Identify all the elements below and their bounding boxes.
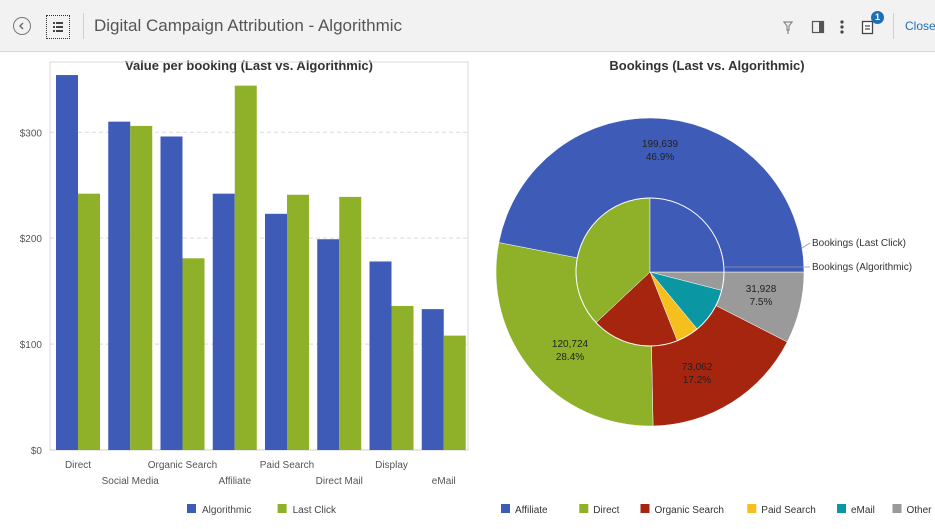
close-link[interactable]: Close: [905, 19, 935, 33]
bar: [391, 305, 414, 450]
pie-data-label: 7.5%: [750, 297, 773, 308]
x-tick-label: Affiliate: [218, 476, 251, 487]
more-vertical-icon: [840, 20, 844, 34]
legend-swatch: [277, 504, 287, 513]
toolbar-divider: [83, 13, 84, 39]
pin-button[interactable]: [778, 17, 798, 37]
side-panel-button[interactable]: [808, 17, 828, 37]
x-tick-label: Direct: [65, 460, 91, 471]
toolbar: Digital Campaign Attribution - Algorithm…: [0, 0, 935, 52]
legend-swatch: [892, 504, 902, 513]
bar: [108, 121, 131, 450]
legend-label: eMail: [851, 505, 875, 516]
x-tick-label: Social Media: [102, 476, 160, 487]
y-tick-label: $200: [20, 234, 43, 245]
legend-label: Algorithmic: [202, 505, 251, 516]
back-icon: [19, 22, 24, 30]
pie-data-label: 31,928: [746, 284, 777, 295]
legend-label: Last Click: [293, 505, 337, 516]
y-tick-label: $300: [20, 128, 43, 139]
bar: [56, 75, 78, 451]
bar: [317, 239, 340, 450]
legend-swatch: [837, 504, 846, 513]
legend-swatch: [640, 504, 650, 513]
ring-label: Bookings (Algorithmic): [812, 262, 912, 273]
bar: [212, 193, 235, 450]
ring-label: Bookings (Last Click): [812, 238, 906, 249]
list-menu-icon: [53, 22, 63, 32]
pie-chart[interactable]: Bookings (Last vs. Algorithmic) 199,639 46…: [470, 52, 935, 529]
report-menu-button[interactable]: [46, 15, 70, 39]
legend-swatch: [501, 504, 510, 513]
back-button[interactable]: [13, 17, 31, 35]
y-tick-label: $0: [31, 446, 43, 457]
pie-data-label: 28.4%: [556, 352, 584, 363]
side-panel-icon: [811, 20, 825, 34]
pie-data-label: 46.9%: [646, 152, 674, 163]
bar: [78, 193, 100, 450]
bar: [339, 196, 362, 450]
pie-chart-title: Bookings (Last vs. Algorithmic): [609, 58, 804, 73]
report-title: Digital Campaign Attribution - Algorithm…: [94, 16, 403, 35]
legend-swatch: [579, 504, 589, 513]
x-tick-label: eMail: [432, 476, 456, 487]
bar-chart[interactable]: Value per booking (Last vs. Algorithmic)…: [0, 52, 470, 529]
legend-swatch: [747, 504, 757, 513]
legend-label: Direct: [593, 505, 619, 516]
pin-icon: [782, 21, 794, 34]
notification-badge: 1: [871, 11, 884, 24]
x-tick-label: Organic Search: [148, 460, 217, 471]
bar: [369, 261, 392, 450]
bar: [160, 136, 183, 450]
toolbar-divider: [893, 13, 894, 39]
pie-data-label: 17.2%: [683, 375, 711, 386]
leader-line: [801, 242, 811, 249]
more-options-button[interactable]: [834, 17, 850, 37]
bar: [130, 125, 153, 450]
bar-chart-title: Value per booking (Last vs. Algorithmic): [125, 58, 373, 73]
legend-label: Other: [907, 505, 933, 516]
bar: [182, 258, 205, 450]
pie-data-label: 73,062: [682, 362, 713, 373]
bar: [234, 85, 257, 451]
legend-label: Affiliate: [515, 505, 548, 516]
bar: [421, 309, 444, 450]
x-tick-label: Display: [375, 460, 408, 471]
y-tick-label: $100: [20, 340, 43, 351]
report-canvas: Value per booking (Last vs. Algorithmic)…: [0, 52, 935, 529]
x-tick-label: Paid Search: [260, 460, 314, 471]
bar: [265, 213, 287, 450]
pie-data-label: 120,724: [552, 339, 589, 350]
bar: [443, 335, 466, 450]
legend-swatch: [187, 504, 196, 513]
x-tick-label: Direct Mail: [316, 476, 363, 487]
legend-label: Organic Search: [655, 505, 724, 516]
legend-label: Paid Search: [761, 505, 815, 516]
pie-data-label: 199,639: [642, 139, 679, 150]
bar: [287, 194, 309, 450]
